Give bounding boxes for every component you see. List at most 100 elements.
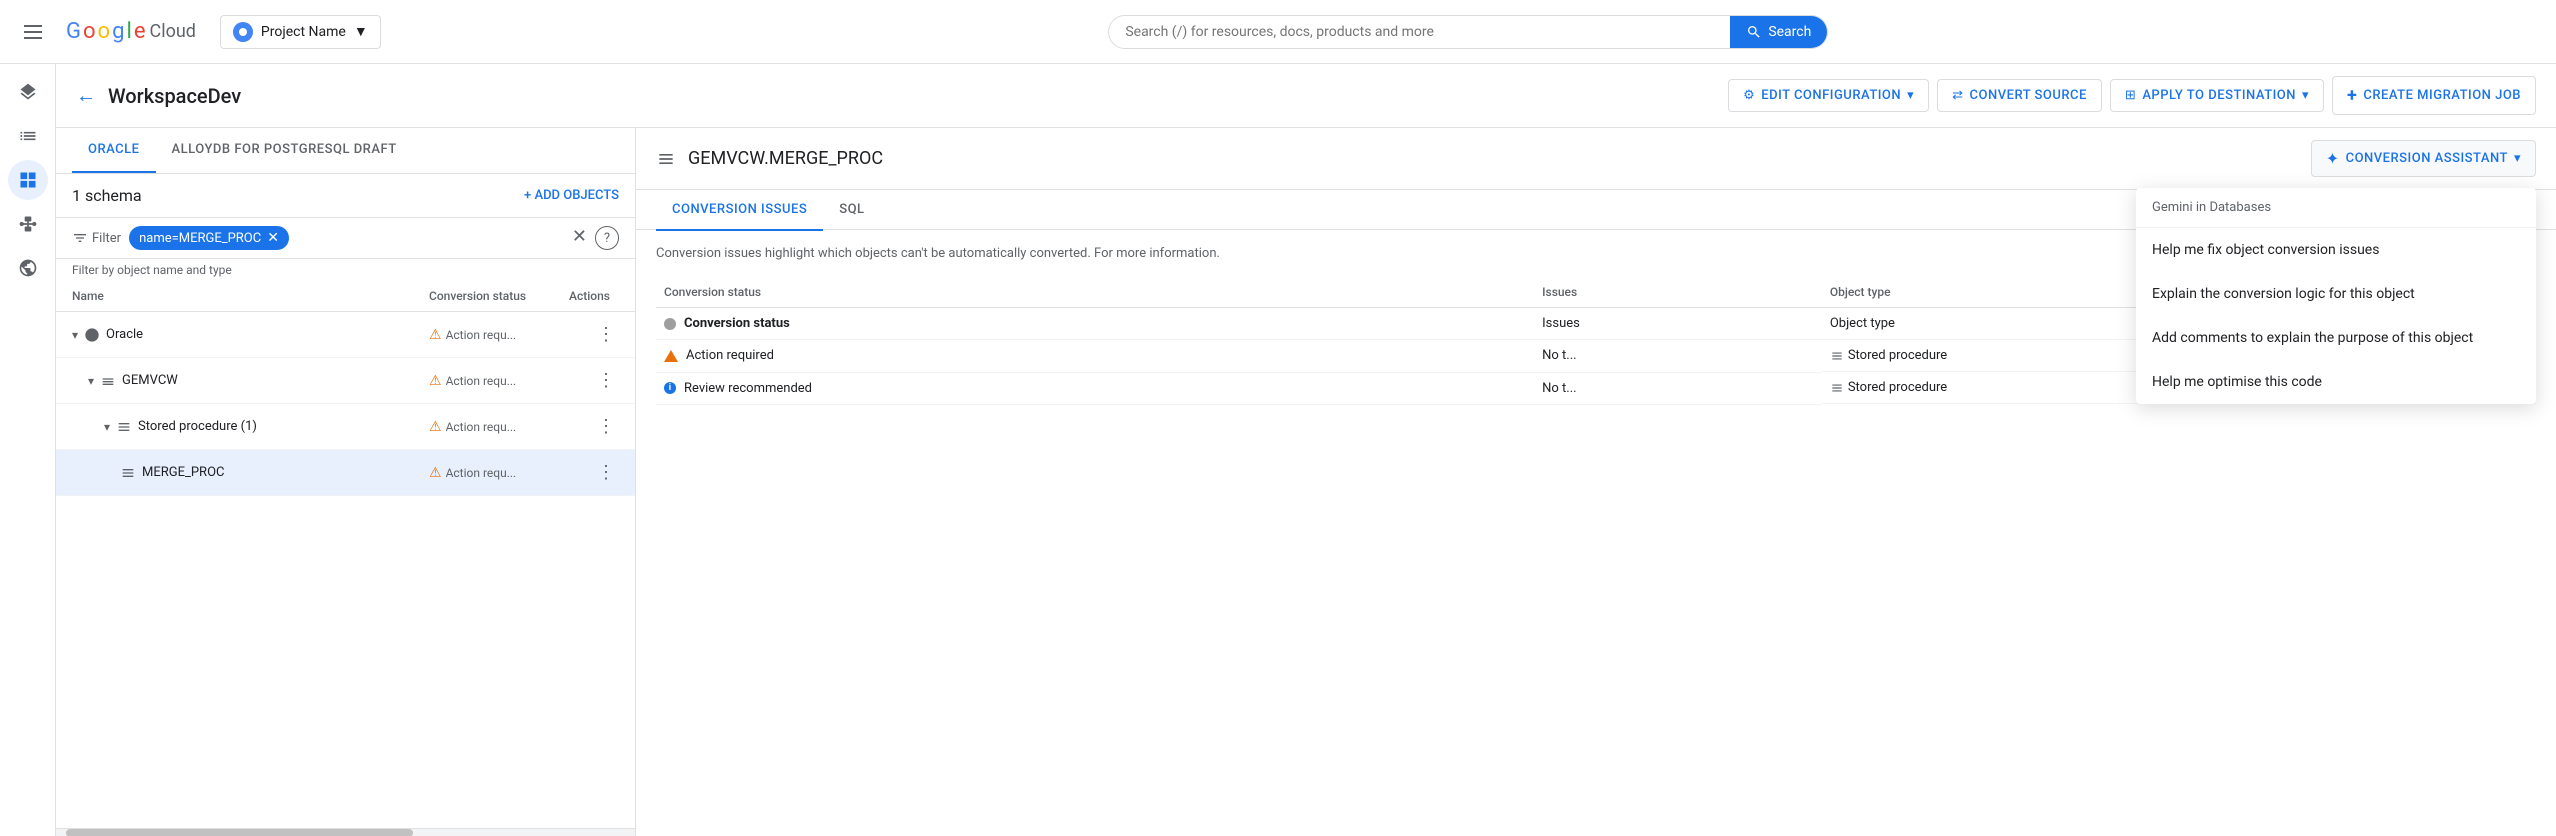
search-input[interactable] [1125,24,1722,40]
workspace-title: WorkspaceDev [108,84,241,108]
hamburger-menu[interactable] [16,17,50,47]
sidebar-icon-list[interactable] [8,116,48,156]
dropdown-item-optimise-code[interactable]: Help me optimise this code [2136,360,2536,404]
dropdown-item-fix-issues[interactable]: Help me fix object conversion issues [2136,228,2536,272]
procedure-type-icon [1830,349,1844,363]
table-row[interactable]: ▾ GEMVCW ⚠ Action requ... ⋮ [56,358,635,404]
edit-config-label: EDIT CONFIGURATION [1761,88,1901,103]
convert-source-label: CONVERT SOURCE [1970,88,2087,103]
search-button-label: Search [1768,24,1811,40]
table-row[interactable]: ▾ Stored procedure (1) ⚠ Action requ... … [56,404,635,450]
apply-to-dest-chevron: ▾ [2302,88,2309,103]
conversion-assistant-button[interactable]: ✦ CONVERSION ASSISTANT ▾ [2311,140,2536,177]
sparkle-icon: ✦ [2326,149,2340,168]
app-layout: ← WorkspaceDev ⚙ EDIT CONFIGURATION ▾ ⇄ … [0,64,2556,836]
conversion-status-header: Conversion status [684,316,790,331]
conversion-assistant-label: CONVERSION ASSISTANT [2346,151,2508,166]
warning-icon: ⚠ [429,419,442,435]
project-chevron: ▼ [354,23,368,40]
issues-col-issues: Issues [1534,277,1822,308]
row-actions-menu[interactable]: ⋮ [593,366,619,395]
filter-chip-text: name=MERGE_PROC [139,231,261,246]
google-cloud-logo: Google Cloud [66,19,196,44]
review-recommended-label: Review recommended [684,381,812,396]
filter-hint: Filter by object name and type [56,259,635,281]
edit-configuration-button[interactable]: ⚙ EDIT CONFIGURATION ▾ [1728,79,1929,112]
oracle-row-status: Action requ... [446,328,517,342]
issues-col-status: Conversion status [656,277,1534,308]
chevron-down-icon: ▾ [88,374,94,388]
tab-oracle[interactable]: ORACLE [72,128,156,173]
plus-icon: + [2347,85,2357,106]
filter-icon [72,230,88,246]
dropdown-header: Gemini in Databases [2136,188,2536,228]
sidebar-icon-globe[interactable] [8,248,48,288]
gear-icon: ⚙ [1743,88,1755,103]
create-job-label: CREATE MIGRATION JOB [2363,88,2521,103]
global-search-bar: Search [1108,15,1828,49]
row-actions-menu[interactable]: ⋮ [593,458,619,487]
schema-icon [100,373,116,389]
tab-alloydb[interactable]: ALLOYDB FOR POSTGRESQL DRAFT [156,128,413,173]
col-name: Name [72,289,429,303]
convert-icon: ⇄ [1952,88,1963,103]
object-table: Name Conversion status Actions ▾ Oracle … [56,281,635,828]
chevron-down-icon: ▾ [72,328,78,342]
apply-icon: ⊞ [2125,88,2136,103]
sidebar-icon-grid[interactable] [8,160,48,200]
add-objects-button[interactable]: + ADD OBJECTS [524,188,619,203]
review-recommended-issues: No t... [1534,372,1822,404]
merge-proc-name: MERGE_PROC [142,465,224,480]
filter-clear-button[interactable]: ✕ [572,226,587,250]
gemvcw-row-name: GEMVCW [122,373,178,388]
project-avatar [233,22,253,42]
filter-bar: Filter name=MERGE_PROC ✕ ✕ ? [56,218,635,259]
project-selector[interactable]: Project Name ▼ [220,15,381,49]
create-migration-job-button[interactable]: + CREATE MIGRATION JOB [2332,76,2536,115]
filter-help-button[interactable]: ? [595,226,619,250]
warning-icon: ⚠ [429,465,442,481]
oracle-row-name: Oracle [106,327,143,342]
project-name: Project Name [261,24,346,40]
status-dot-gray [664,318,676,330]
convert-source-button[interactable]: ⇄ CONVERT SOURCE [1937,79,2102,112]
conversion-assistant-dropdown: Gemini in Databases Help me fix object c… [2136,188,2536,404]
sidebar-icon-flow[interactable] [8,204,48,244]
back-button[interactable]: ← [76,83,96,108]
tab-conversion-issues[interactable]: CONVERSION ISSUES [656,190,823,231]
right-panel: GEMVCW.MERGE_PROC ✦ CONVERSION ASSISTANT… [636,128,2556,836]
row-actions-menu[interactable]: ⋮ [593,320,619,349]
apply-to-dest-label: APPLY TO DESTINATION [2142,88,2296,103]
top-navigation: Google Cloud Project Name ▼ Search [0,0,2556,64]
tab-sql[interactable]: SQL [823,190,880,231]
table-row[interactable]: MERGE_PROC ⚠ Action requ... ⋮ [56,450,635,496]
search-button[interactable]: Search [1730,16,1827,48]
filter-chip-name: name=MERGE_PROC ✕ [129,226,289,250]
filter-chip-close[interactable]: ✕ [267,230,279,246]
sidebar-icon-layers[interactable] [8,72,48,112]
dropdown-item-explain-logic[interactable]: Explain the conversion logic for this ob… [2136,272,2536,316]
edit-config-chevron: ▾ [1907,88,1914,103]
action-required-issues: No t... [1534,340,1822,373]
horizontal-scrollbar[interactable] [56,828,635,836]
col-conversion-status: Conversion status [429,289,569,303]
assistant-chevron: ▾ [2514,151,2521,166]
row-actions-menu[interactable]: ⋮ [593,412,619,441]
action-required-label: Action required [686,348,774,363]
issues-count-header: Issues [1534,308,1822,340]
dropdown-item-add-comments[interactable]: Add comments to explain the purpose of t… [2136,316,2536,360]
warning-icon: ⚠ [429,327,442,343]
gemvcw-row-status: Action requ... [446,374,517,388]
schema-tabs: ORACLE ALLOYDB FOR POSTGRESQL DRAFT [56,128,635,174]
filter-label: Filter [72,230,121,246]
action-buttons: ⚙ EDIT CONFIGURATION ▾ ⇄ CONVERT SOURCE … [1728,76,2536,115]
table-header: Name Conversion status Actions [56,281,635,312]
stored-proc-group-name: Stored procedure (1) [138,419,257,434]
stored-procedure-group-icon [116,419,132,435]
workspace-header: ← WorkspaceDev ⚙ EDIT CONFIGURATION ▾ ⇄ … [56,64,2556,128]
table-row[interactable]: ▾ Oracle ⚠ Action requ... ⋮ [56,312,635,358]
chevron-down-icon: ▾ [104,420,110,434]
schema-header: 1 schema + ADD OBJECTS [56,174,635,218]
apply-to-destination-button[interactable]: ⊞ APPLY TO DESTINATION ▾ [2110,79,2324,112]
content-area: ← WorkspaceDev ⚙ EDIT CONFIGURATION ▾ ⇄ … [56,64,2556,836]
